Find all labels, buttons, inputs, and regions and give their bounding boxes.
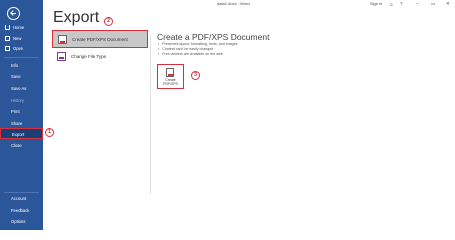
step-marker-2: 2	[104, 17, 113, 26]
panel-title: Create a PDF/XPS Document	[157, 32, 270, 42]
pdf-icon	[58, 35, 67, 44]
sign-in-link[interactable]: Sign in	[370, 1, 382, 6]
sidebar-divider	[4, 57, 39, 58]
sidebar-item-history: History	[0, 95, 43, 106]
option-label: Change File Type	[71, 54, 107, 59]
help-button[interactable]: ?	[400, 1, 403, 6]
backstage-sidebar: Home New Open Info Save Save As History …	[0, 0, 43, 230]
sidebar-item-info[interactable]: Info	[0, 60, 43, 71]
file-type-icon	[57, 52, 66, 61]
sidebar-item-label: Open	[13, 46, 24, 51]
sidebar-item-account[interactable]: Account	[0, 193, 43, 204]
close-button[interactable]: ✕	[446, 1, 450, 6]
back-arrow-icon[interactable]	[7, 7, 20, 20]
sidebar-item-label: Save	[11, 74, 21, 79]
feedback-smiley-icon[interactable]: ☺	[389, 2, 394, 7]
change-file-type-option[interactable]: Change File Type	[52, 48, 148, 66]
sidebar-item-label: History	[11, 98, 25, 103]
window-title: data1.docx - Word	[217, 1, 250, 6]
step-marker-3: 3	[191, 71, 200, 80]
sidebar-item-save-as[interactable]: Save As	[0, 83, 43, 94]
home-icon	[5, 25, 10, 30]
create-label-line2: PDF/XPS	[163, 82, 178, 86]
sidebar-item-label: Close	[11, 143, 22, 148]
sidebar-item-label: Home	[13, 25, 25, 30]
minimize-button[interactable]: –	[416, 1, 419, 6]
sidebar-item-label: Save As	[11, 86, 27, 91]
new-document-icon	[5, 36, 10, 41]
sidebar-item-feedback[interactable]: Feedback	[0, 205, 43, 216]
title-bar: data1.docx - Word Sign in ☺ ? – ▭ ✕	[43, 0, 455, 8]
sidebar-item-export[interactable]: Export	[0, 128, 43, 139]
create-button-label: Create PDF/XPS	[158, 78, 183, 86]
create-pdf-xps-button[interactable]: Create PDF/XPS	[157, 64, 184, 89]
folder-open-icon	[5, 46, 10, 51]
panel-divider	[150, 34, 151, 194]
sidebar-item-label: Export	[12, 132, 25, 137]
sidebar-item-label: Account	[11, 196, 27, 201]
sidebar-item-print[interactable]: Print	[0, 106, 43, 117]
sidebar-item-open[interactable]: Open	[0, 43, 43, 54]
create-pdf-xps-option[interactable]: Create PDF/XPS Document	[52, 30, 148, 48]
feature-bullet: Free viewers are available on the web	[158, 52, 223, 57]
sidebar-item-label: Share	[11, 121, 23, 126]
sidebar-item-home[interactable]: Home	[0, 22, 43, 33]
sidebar-item-label: New	[13, 36, 22, 41]
sidebar-item-options[interactable]: Options	[0, 216, 43, 227]
sidebar-item-close[interactable]: Close	[0, 140, 43, 151]
pdf-document-icon	[166, 68, 174, 77]
sidebar-item-label: Feedback	[11, 208, 30, 213]
sidebar-item-label: Info	[11, 63, 18, 68]
sidebar-item-label: Print	[11, 109, 20, 114]
restore-button[interactable]: ▭	[431, 1, 435, 6]
step-marker-1: 1	[45, 128, 54, 137]
sidebar-item-label: Options	[11, 219, 26, 224]
option-label: Create PDF/XPS Document	[72, 37, 128, 42]
sidebar-item-save[interactable]: Save	[0, 71, 43, 82]
page-title: Export	[53, 9, 100, 26]
